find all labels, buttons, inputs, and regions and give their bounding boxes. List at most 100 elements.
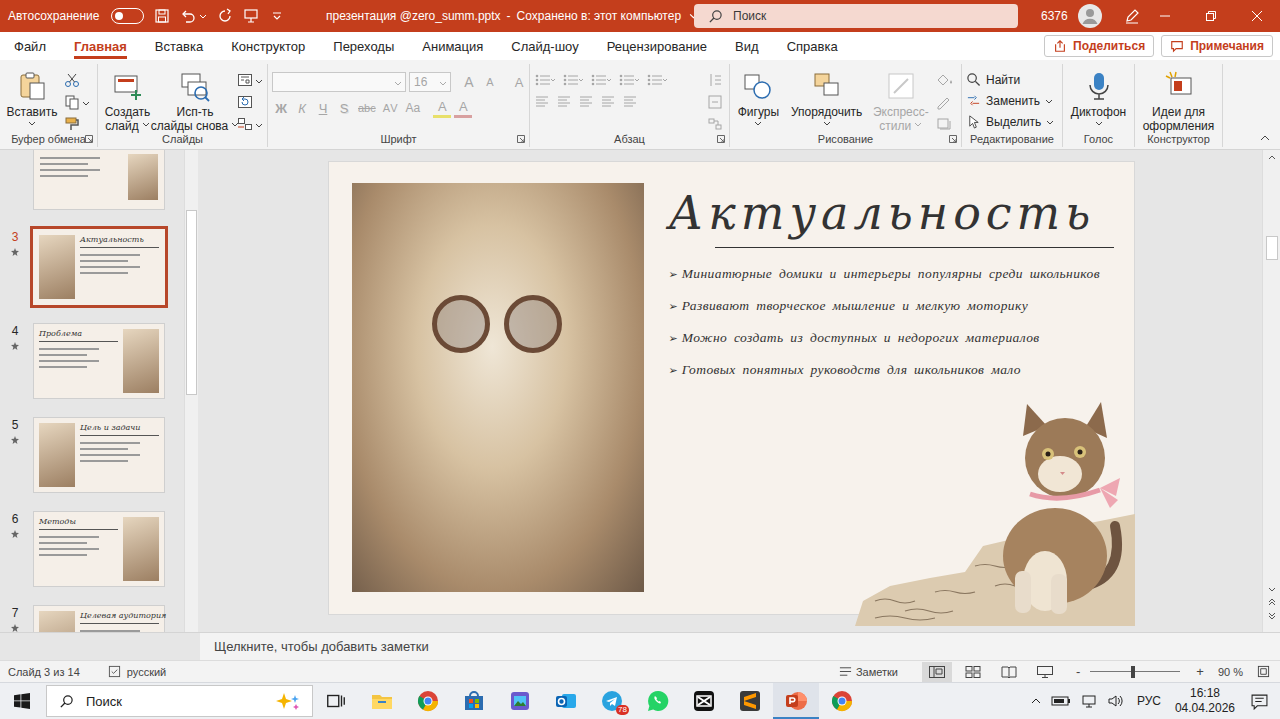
doll-photo[interactable] (352, 183, 644, 592)
format-button[interactable]: abc (356, 98, 378, 118)
format-painter-icon[interactable] (64, 116, 80, 132)
taskbar-app[interactable] (451, 683, 497, 719)
dictate-button[interactable]: Диктофон (1067, 66, 1130, 126)
font-size-button[interactable]: A (481, 72, 499, 92)
taskbar-app[interactable] (497, 683, 543, 719)
language[interactable]: русский (127, 666, 166, 678)
network-icon[interactable] (1081, 693, 1097, 709)
slide-thumbnail[interactable]: Цель и задачи (30, 414, 168, 496)
reuse-slides-button[interactable]: Исп-тьслайды снова (157, 66, 233, 133)
title-search[interactable]: Поиск (694, 4, 1018, 28)
layout-button[interactable] (237, 72, 263, 88)
format-button[interactable]: Ж (272, 98, 290, 118)
ribbon-tab[interactable]: Конструктор (217, 32, 319, 60)
dialog-launcher-icon[interactable] (949, 135, 957, 143)
arrange-button[interactable]: Упорядочить (787, 66, 867, 126)
font-size-field[interactable]: 16 (409, 72, 451, 92)
close-button[interactable] (1234, 0, 1280, 32)
save-icon[interactable] (154, 8, 170, 24)
taskbar-app[interactable] (635, 683, 681, 719)
text-direction-icon[interactable] (707, 72, 723, 88)
notifications-icon[interactable] (1251, 693, 1268, 710)
document-title[interactable]: презентация @zero_summ.pptx-Сохранено в:… (326, 9, 694, 23)
slide-title[interactable]: Актуальность (669, 183, 1114, 243)
taskbar-app[interactable] (359, 683, 405, 719)
taskbar-app[interactable] (773, 683, 819, 719)
restore-button[interactable] (1188, 0, 1234, 32)
effects-icon[interactable] (935, 116, 957, 132)
comments-button[interactable]: Примечания (1161, 35, 1273, 57)
kitten-picture-icon[interactable] (855, 396, 1135, 626)
previous-slide-icon[interactable] (1268, 598, 1276, 606)
autosave-toggle[interactable] (111, 8, 144, 24)
scroll-thumb[interactable] (1266, 236, 1278, 260)
format-button[interactable]: S (335, 98, 353, 118)
editor-scrollbar[interactable] (1262, 150, 1280, 632)
input-language[interactable]: РУС (1137, 694, 1161, 708)
share-button[interactable]: Поделиться (1044, 35, 1154, 57)
format-button[interactable]: Ч (314, 98, 332, 118)
font-size-button[interactable]: A (460, 72, 478, 92)
copy-button[interactable] (64, 94, 90, 110)
view-button[interactable] (1030, 662, 1060, 682)
paragraph-list-icon[interactable] (562, 72, 584, 88)
pen-icon[interactable] (1124, 8, 1140, 24)
ribbon-tab[interactable]: Справка (773, 32, 852, 60)
scroll-thumb[interactable] (186, 210, 197, 395)
zoom-slider[interactable] (1090, 666, 1180, 678)
next-slide-icon[interactable] (1268, 612, 1276, 620)
taskbar-app[interactable] (819, 683, 865, 719)
zoom-level[interactable]: 90 % (1218, 666, 1243, 678)
format-button[interactable]: К (293, 98, 311, 118)
format-button[interactable]: A (454, 98, 472, 118)
paragraph-list-icon[interactable] (590, 72, 612, 88)
present-icon[interactable] (243, 8, 259, 24)
customize-icon[interactable] (269, 8, 285, 24)
shapes-button[interactable]: Фигуры (734, 66, 783, 126)
format-button[interactable]: Aa (404, 98, 423, 118)
format-button[interactable]: A (433, 98, 451, 118)
slide-thumbnail[interactable]: Методы (30, 508, 168, 590)
ribbon-tab[interactable]: Анимация (408, 32, 497, 60)
smartart-icon[interactable] (707, 116, 723, 132)
paragraph-list-icon[interactable] (618, 72, 640, 88)
taskbar-app[interactable] (543, 683, 589, 719)
font-family-field[interactable] (272, 72, 406, 92)
fill-icon[interactable] (935, 72, 957, 88)
new-slide-button[interactable]: Создатьслайд (102, 66, 153, 133)
ribbon-tab[interactable]: Файл (0, 32, 60, 60)
align-icon[interactable] (534, 94, 550, 110)
reset-icon[interactable] (237, 94, 253, 110)
view-button[interactable] (958, 662, 988, 682)
cut-icon[interactable] (64, 72, 80, 88)
align-icon[interactable] (556, 94, 572, 110)
ribbon-tab[interactable]: Рецензирование (593, 32, 721, 60)
view-button[interactable] (994, 662, 1024, 682)
section-button[interactable] (237, 116, 263, 132)
battery-icon[interactable] (1051, 694, 1071, 708)
ribbon-tab[interactable]: Вид (721, 32, 773, 60)
minimize-button[interactable] (1142, 0, 1188, 32)
slide-thumbnail[interactable]: Проблема (30, 320, 168, 402)
quick-styles-button[interactable]: Экспресс-стили (871, 66, 931, 133)
align-icon[interactable] (622, 94, 638, 110)
taskbar-app[interactable] (405, 683, 451, 719)
clock[interactable]: 16:1804.04.2026 (1175, 686, 1235, 716)
slide-thumbnail[interactable] (33, 150, 165, 210)
taskbar-search[interactable]: Поиск (46, 685, 313, 717)
taskbar-app[interactable] (681, 683, 727, 719)
slide-thumbnail[interactable]: Актуальность (30, 226, 168, 308)
find-button[interactable]: Найти (966, 72, 1020, 87)
bullet-list[interactable]: ➢Миниатюрные домики и интерьеры популярн… (669, 265, 1114, 379)
scroll-down-icon[interactable] (1268, 587, 1276, 592)
slide-thumbnail[interactable]: Целевая аудитория (30, 602, 168, 632)
fit-slide-icon[interactable] (1257, 665, 1270, 678)
taskbar-app[interactable]: 78 (589, 683, 635, 719)
dialog-launcher-icon[interactable] (717, 135, 725, 143)
collapse-ribbon-icon[interactable] (1260, 135, 1270, 141)
align-icon[interactable] (578, 94, 594, 110)
zoom-in-button[interactable]: + (1192, 664, 1208, 679)
sparkle-icon[interactable] (274, 691, 302, 711)
scroll-up-icon[interactable] (1268, 155, 1276, 160)
replace-button[interactable]: Заменить (966, 93, 1053, 108)
